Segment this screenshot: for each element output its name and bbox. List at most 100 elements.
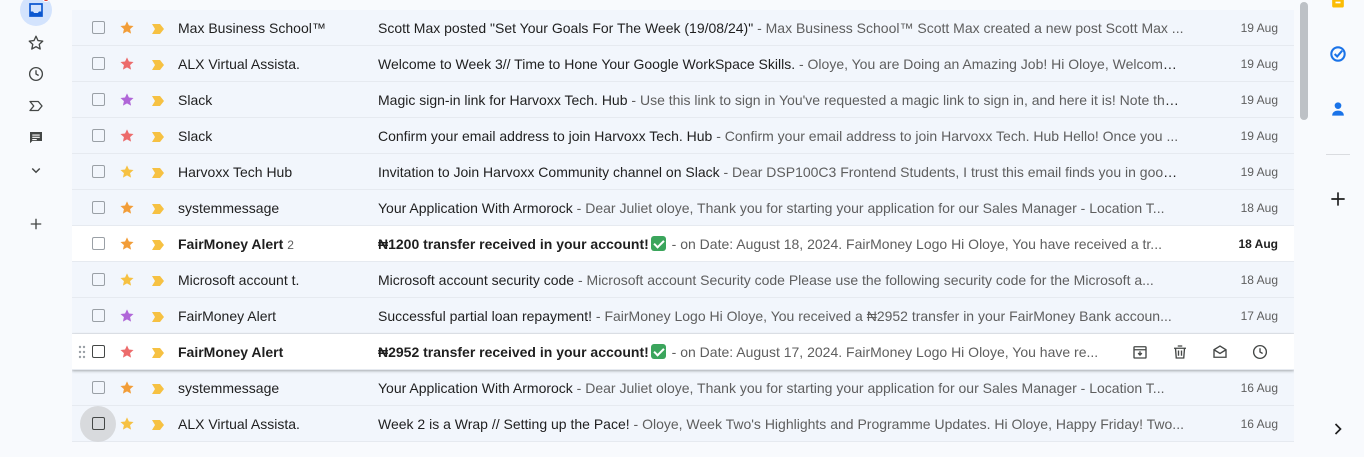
important-marker-icon[interactable] xyxy=(151,94,165,106)
email-content: Confirm your email address to join Harvo… xyxy=(378,128,1184,144)
email-row[interactable]: Microsoft account t. Microsoft account se… xyxy=(72,262,1294,298)
sender-name: FairMoney Alert xyxy=(178,307,277,324)
email-snippet: - Microsoft account Security code Please… xyxy=(574,271,1154,288)
sender-name: FairMoney Alert xyxy=(178,235,284,252)
scrollbar[interactable] xyxy=(1297,0,1309,440)
important-marker-icon[interactable] xyxy=(151,346,165,358)
mark-unread-icon[interactable] xyxy=(1200,336,1240,368)
rail-divider xyxy=(1326,154,1350,155)
drag-handle-icon[interactable] xyxy=(78,345,86,359)
email-date: 18 Aug xyxy=(1240,272,1278,287)
sender: FairMoney Alert 2 xyxy=(178,236,368,252)
email-date: 19 Aug xyxy=(1240,164,1278,179)
email-row[interactable]: FairMoney Alert Successful partial loan r… xyxy=(72,298,1294,334)
left-nav-rail xyxy=(0,0,72,457)
select-checkbox[interactable] xyxy=(92,381,105,394)
select-checkbox[interactable] xyxy=(92,57,105,70)
star-icon[interactable] xyxy=(119,344,135,360)
chat-icon[interactable] xyxy=(20,122,52,154)
email-subject: Your Application With Armorock xyxy=(378,379,573,396)
important-marker-icon[interactable] xyxy=(151,166,165,178)
email-row[interactable]: FairMoney Alert ₦2952 transfer received i… xyxy=(72,334,1294,370)
email-row[interactable]: FairMoney Alert 2 ₦1200 transfer received … xyxy=(72,226,1294,262)
email-snippet: - Dear Juliet oloye, Thank you for start… xyxy=(572,199,1165,216)
star-icon[interactable] xyxy=(119,92,135,108)
select-checkbox[interactable] xyxy=(92,201,105,214)
email-row[interactable]: Max Business School™ Scott Max posted "Se… xyxy=(72,10,1294,46)
email-row[interactable]: Slack Magic sign-in link for Harvoxx Tech… xyxy=(72,82,1294,118)
important-marker-icon[interactable] xyxy=(151,310,165,322)
star-icon[interactable] xyxy=(119,380,135,396)
chevron-right-icon[interactable] xyxy=(1324,415,1352,443)
select-checkbox[interactable] xyxy=(92,273,105,286)
check-mark-emoji-icon xyxy=(650,235,666,251)
select-checkbox[interactable] xyxy=(92,93,105,106)
clock-icon[interactable] xyxy=(20,58,52,90)
star-icon[interactable] xyxy=(119,236,135,252)
important-marker-icon[interactable] xyxy=(151,58,165,70)
scroll-thumb[interactable] xyxy=(1300,2,1308,120)
email-row[interactable]: ALX Virtual Assista. Week 2 is a Wrap // … xyxy=(72,405,1294,442)
chevron-down-icon[interactable] xyxy=(20,154,52,186)
inbox-icon[interactable] xyxy=(20,0,52,26)
email-content: ₦1200 transfer received in your account!… xyxy=(378,235,1184,252)
email-date: 19 Aug xyxy=(1240,92,1278,107)
select-checkbox[interactable] xyxy=(92,309,105,322)
email-subject: Your Application With Armorock xyxy=(378,199,573,216)
tasks-icon[interactable] xyxy=(1324,40,1352,68)
important-marker-icon[interactable] xyxy=(151,22,165,34)
important-marker-icon[interactable] xyxy=(151,382,165,394)
sender-name: systemmessage xyxy=(178,199,280,216)
star-icon[interactable] xyxy=(119,272,135,288)
email-row[interactable]: systemmessage Your Application With Armor… xyxy=(72,190,1294,226)
star-icon[interactable] xyxy=(119,128,135,144)
important-marker-icon[interactable] xyxy=(151,238,165,250)
email-subject: Invitation to Join Harvoxx Community cha… xyxy=(378,163,720,180)
star-icon[interactable] xyxy=(119,164,135,180)
sender: Harvoxx Tech Hub xyxy=(178,164,368,180)
email-row[interactable]: Harvoxx Tech Hub Invitation to Join Harvo… xyxy=(72,154,1294,190)
star-icon[interactable] xyxy=(119,200,135,216)
email-date: 19 Aug xyxy=(1240,56,1278,71)
sender-name: Microsoft account t. xyxy=(178,271,300,288)
add-icon[interactable] xyxy=(1324,185,1352,213)
thread-count: 2 xyxy=(287,237,294,252)
important-marker-icon[interactable] xyxy=(151,418,165,430)
star-icon[interactable] xyxy=(119,416,135,432)
plus-icon[interactable] xyxy=(20,208,52,240)
important-marker-icon[interactable] xyxy=(151,202,165,214)
email-content: Your Application With Armorock - Dear Ju… xyxy=(378,380,1184,396)
archive-icon[interactable] xyxy=(1120,336,1160,368)
select-checkbox[interactable] xyxy=(92,129,105,142)
sender-name: Slack xyxy=(178,127,213,144)
star-icon[interactable] xyxy=(119,20,135,36)
email-row[interactable]: systemmessage Your Application With Armor… xyxy=(72,370,1294,406)
select-checkbox[interactable] xyxy=(92,21,105,34)
sender: FairMoney Alert xyxy=(178,344,368,360)
email-content: Magic sign-in link for Harvoxx Tech. Hub… xyxy=(378,92,1184,108)
select-checkbox[interactable] xyxy=(92,345,105,358)
email-row[interactable]: ALX Virtual Assista. Welcome to Week 3// … xyxy=(72,46,1294,82)
select-checkbox[interactable] xyxy=(92,237,105,250)
email-subject: ₦1200 transfer received in your account! xyxy=(378,235,649,252)
select-checkbox[interactable] xyxy=(92,417,105,430)
email-snippet: - on Date: August 18, 2024. FairMoney Lo… xyxy=(667,235,1162,252)
email-row[interactable]: Slack Confirm your email address to join … xyxy=(72,118,1294,154)
email-content: Welcome to Week 3// Time to Hone Your Go… xyxy=(378,56,1184,72)
row-actions xyxy=(1120,336,1280,368)
sender: Microsoft account t. xyxy=(178,272,368,288)
contacts-icon[interactable] xyxy=(1324,95,1352,123)
star-icon[interactable] xyxy=(119,308,135,324)
snooze-icon[interactable] xyxy=(1240,336,1280,368)
star-icon[interactable] xyxy=(20,27,52,59)
label-important-icon[interactable] xyxy=(20,90,52,122)
star-icon[interactable] xyxy=(119,56,135,72)
select-checkbox[interactable] xyxy=(92,165,105,178)
keep-icon[interactable] xyxy=(1324,0,1352,14)
important-marker-icon[interactable] xyxy=(151,130,165,142)
important-marker-icon[interactable] xyxy=(151,274,165,286)
delete-icon[interactable] xyxy=(1160,336,1200,368)
email-content: Scott Max posted "Set Your Goals For The… xyxy=(378,20,1184,36)
sender-name: Max Business School™ xyxy=(178,19,326,36)
sender-name: FairMoney Alert xyxy=(178,343,284,360)
